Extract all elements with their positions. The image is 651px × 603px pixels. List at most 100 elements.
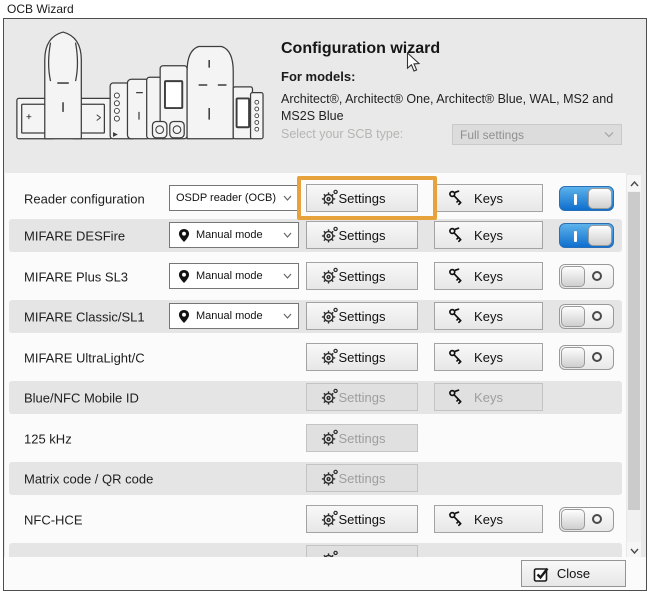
chevron-up-icon — [630, 174, 639, 192]
row-label: MIFARE UltraLight/C — [24, 350, 145, 365]
gear-icon — [320, 348, 339, 367]
settings-button[interactable]: Settings — [306, 505, 418, 533]
map-pin-icon — [178, 228, 190, 243]
gear-icon — [320, 267, 339, 286]
gear-icon — [320, 226, 339, 245]
toggle-on-mark — [574, 194, 577, 205]
footer: Close — [4, 557, 646, 590]
toggle-knob — [588, 225, 612, 246]
enable-toggle[interactable] — [559, 223, 614, 248]
map-pin-icon — [178, 269, 190, 284]
keys-button[interactable]: Keys — [434, 262, 543, 290]
keys-button: Keys — [434, 383, 543, 411]
mode-dropdown[interactable]: Manual mode — [169, 263, 299, 289]
ocb-wizard-dialog: Configuration wizard For models: Archite… — [3, 18, 647, 591]
keys-icon — [448, 389, 464, 405]
row-label: 125 kHz — [24, 431, 72, 446]
settings-button: Settings — [306, 464, 418, 492]
keys-button[interactable]: Keys — [434, 221, 543, 249]
keys-button[interactable]: Keys — [434, 343, 543, 371]
mode-value: Manual mode — [196, 229, 263, 241]
config-row: Reader configuration OSDP reader (OCB) — [9, 182, 622, 215]
models-list: Architect®, Architect® One, Architect® B… — [281, 91, 633, 124]
gear-icon — [320, 469, 339, 488]
row-label: Reader configuration — [24, 191, 145, 206]
keys-icon — [448, 268, 464, 284]
enable-toggle[interactable] — [559, 304, 614, 329]
models-label: For models: — [281, 69, 355, 84]
mode-value: Manual mode — [196, 270, 263, 282]
row-label: MIFARE Classic/SL1 — [24, 309, 145, 324]
settings-button[interactable]: Settings — [306, 262, 418, 290]
gear-icon — [320, 429, 339, 448]
settings-button[interactable]: Settings — [306, 343, 418, 371]
mode-dropdown[interactable]: Manual mode — [169, 222, 299, 248]
enable-toggle[interactable] — [559, 345, 614, 370]
toggle-knob — [561, 266, 585, 287]
chevron-down-icon — [283, 313, 292, 319]
scrollbar-thumb[interactable] — [628, 192, 640, 510]
gear-icon — [320, 510, 339, 529]
scroll-down-button[interactable] — [627, 542, 641, 558]
close-button[interactable]: Close — [521, 560, 626, 587]
keys-button[interactable]: Keys — [434, 184, 543, 212]
keys-icon — [448, 511, 464, 527]
map-pin-icon — [178, 309, 190, 324]
settings-button[interactable]: Settings — [306, 221, 418, 249]
settings-button[interactable]: Settings — [306, 302, 418, 330]
row-label: MIFARE DESFire — [24, 228, 125, 243]
config-row: MIFARE UltraLight/C Settings — [9, 341, 622, 374]
config-row: MIFARE DESFire Manual mode — [9, 219, 622, 252]
config-row: Matrix code / QR code Settings — [9, 462, 622, 495]
chevron-down-icon — [283, 195, 292, 201]
toggle-knob — [561, 509, 585, 530]
toggle-knob — [561, 306, 585, 327]
mode-dropdown[interactable]: OSDP reader (OCB) — [169, 185, 299, 211]
toggle-knob — [588, 188, 612, 209]
toggle-off-mark — [592, 311, 602, 321]
config-row: MIFARE Classic/SL1 Manual mode — [9, 300, 622, 333]
reader-devices-illustration — [14, 25, 264, 143]
keys-button[interactable]: Keys — [434, 505, 543, 533]
window-title: OCB Wizard — [7, 2, 74, 16]
config-row: 125 kHz Settings — [9, 422, 622, 455]
gear-icon — [320, 189, 339, 208]
settings-button[interactable]: Settings — [306, 184, 418, 212]
keys-icon — [448, 349, 464, 365]
header: Configuration wizard For models: Archite… — [4, 19, 646, 173]
enable-toggle[interactable] — [559, 507, 614, 532]
toggle-off-mark — [592, 514, 602, 524]
enable-toggle[interactable] — [559, 264, 614, 289]
keys-icon — [448, 190, 464, 206]
mode-value: Manual mode — [196, 310, 263, 322]
gear-icon — [320, 388, 339, 407]
row-label: MIFARE Plus SL3 — [24, 269, 128, 284]
scb-type-label: Select your SCB type: — [281, 127, 403, 141]
cursor-arrow-icon — [406, 52, 421, 73]
scroll-up-button[interactable] — [627, 175, 641, 191]
row-label: NFC-HCE — [24, 512, 83, 527]
scb-type-dropdown: Full settings — [452, 124, 622, 145]
keys-icon — [448, 308, 464, 324]
mode-dropdown[interactable]: Manual mode — [169, 303, 299, 329]
config-row: NFC-HCE Settings — [9, 503, 622, 536]
mode-value: OSDP reader (OCB) — [176, 192, 276, 204]
config-row: Blue/NFC Mobile ID Settings — [9, 381, 622, 414]
chevron-down-icon — [283, 232, 292, 238]
toggle-off-mark — [592, 271, 602, 281]
toggle-knob — [561, 347, 585, 368]
enable-toggle[interactable] — [559, 186, 614, 211]
protocol-list: Reader configuration OSDP reader (OCB) — [5, 173, 626, 558]
config-row — [9, 543, 622, 558]
row-label: Matrix code / QR code — [24, 471, 153, 486]
chevron-down-icon — [604, 131, 614, 138]
scrollbar[interactable] — [627, 175, 641, 558]
row-label: Blue/NFC Mobile ID — [24, 390, 139, 405]
settings-button: Settings — [306, 424, 418, 452]
toggle-off-mark — [592, 352, 602, 362]
keys-icon — [448, 227, 464, 243]
scb-type-value: Full settings — [460, 128, 524, 142]
gear-icon — [320, 307, 339, 326]
chevron-down-icon — [283, 273, 292, 279]
keys-button[interactable]: Keys — [434, 302, 543, 330]
